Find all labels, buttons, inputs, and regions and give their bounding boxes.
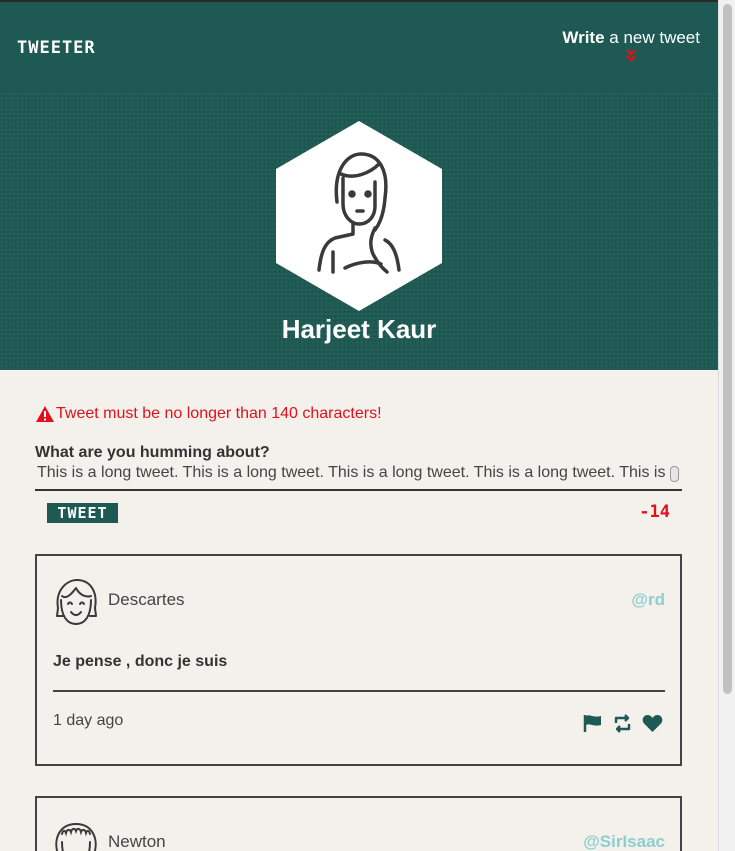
chevron-down-icon[interactable] <box>625 49 637 63</box>
tweet-author-handle: @rd <box>631 590 665 609</box>
brand-logo[interactable]: TWEETER <box>17 38 96 58</box>
tweet-input-label: What are you humming about? <box>35 444 270 461</box>
tweet-author-handle: @SirIsaac <box>583 832 665 851</box>
tweet-timestamp: 1 day ago <box>53 712 124 729</box>
compose-toggle[interactable]: Write a new tweet <box>562 28 700 63</box>
profile-avatar <box>276 121 442 311</box>
error-message: Tweet must be no longer than 140 charact… <box>35 405 382 423</box>
profile-header: Harjeet Kaur <box>0 92 718 370</box>
profile-name: Harjeet Kaur <box>281 314 437 344</box>
tweet-card: Descartes @rd Je pense , donc je suis 1 … <box>35 554 682 766</box>
scrollbar-thumb[interactable] <box>723 4 732 694</box>
tweet-button[interactable]: TWEET <box>47 503 118 523</box>
tweet-avatar <box>55 822 97 851</box>
retweet-icon[interactable] <box>612 714 633 733</box>
flag-icon[interactable] <box>582 714 603 733</box>
tweet-actions <box>582 714 663 733</box>
page: TWEETER Write a new tweet Harjeet Kaur T… <box>0 0 718 851</box>
compose-text: a new tweet <box>604 28 700 47</box>
tweet-textarea[interactable]: This is a long tweet. This is a long twe… <box>35 464 682 491</box>
tweet-author-name: Newton <box>108 832 166 851</box>
compose-bold-text: Write <box>562 28 605 47</box>
tweet-avatar <box>56 579 97 625</box>
character-counter: -14 <box>639 502 670 522</box>
tweet-divider <box>53 690 665 692</box>
error-text: Tweet must be no longer than 140 charact… <box>56 405 382 422</box>
tweet-author-name: Descartes <box>108 590 185 609</box>
navbar: TWEETER Write a new tweet <box>0 0 718 92</box>
tweet-content: Je pense , donc je suis <box>53 653 228 670</box>
heart-icon[interactable] <box>642 714 663 733</box>
warning-icon <box>36 406 54 422</box>
tweet-card: Newton @SirIsaac <box>35 796 682 851</box>
page-scrollbar[interactable] <box>718 0 735 851</box>
textarea-scrollbar[interactable] <box>670 466 679 482</box>
